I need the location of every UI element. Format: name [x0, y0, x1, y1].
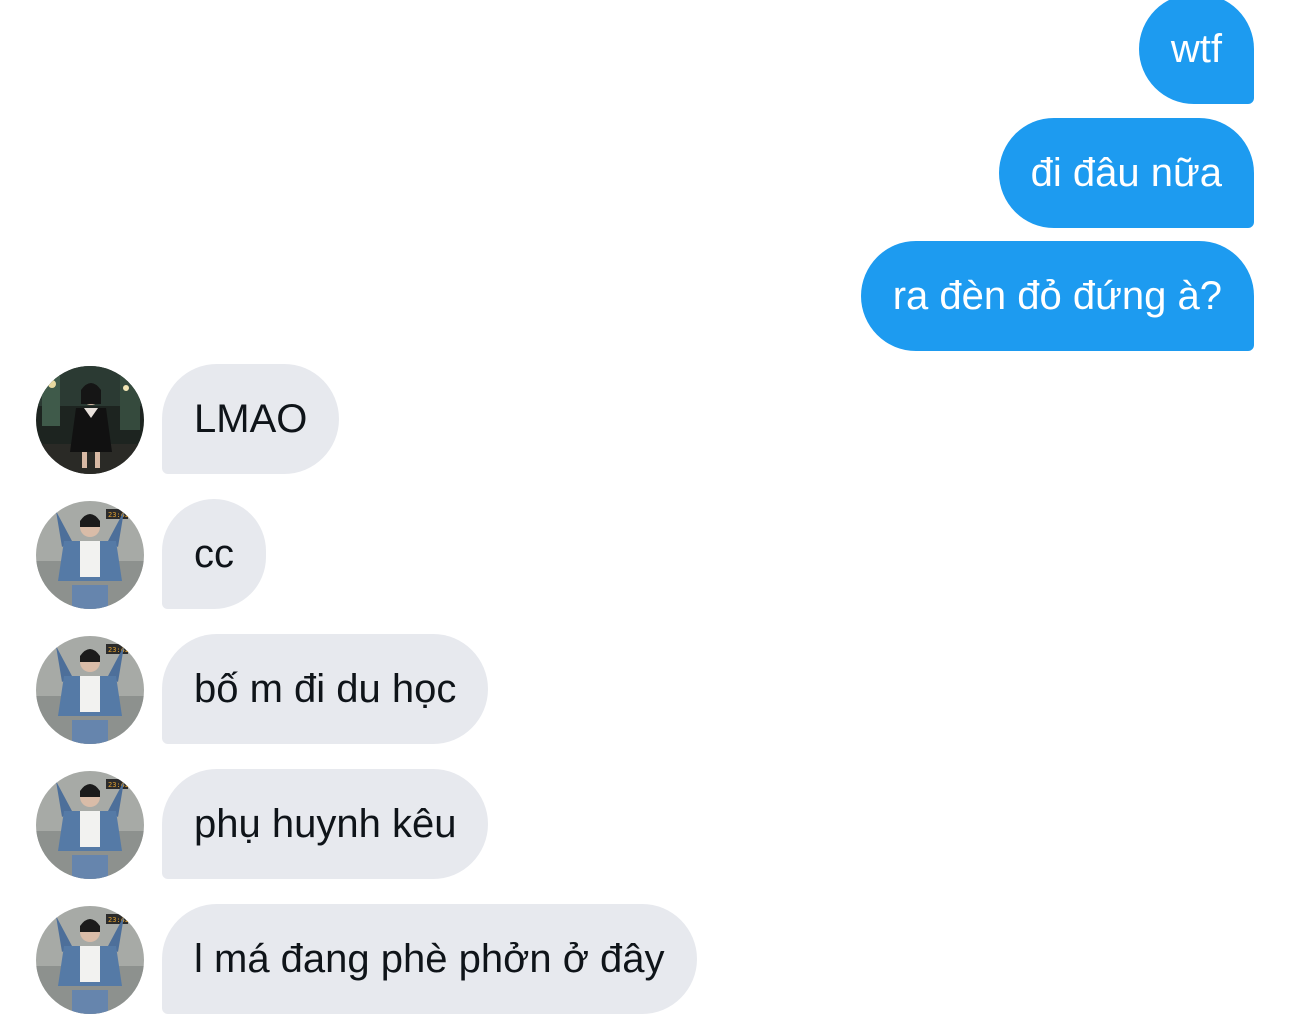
denim-jacket-photo-icon: 23:42 [36, 771, 144, 879]
sender-avatar[interactable] [36, 366, 144, 474]
svg-text:23:42: 23:42 [108, 781, 129, 789]
message-text: l má đang phè phởn ở đây [194, 937, 665, 981]
sender-avatar[interactable]: 23:42 [36, 906, 144, 1014]
received-message-bubble[interactable]: LMAO [162, 364, 340, 474]
night-street-photo-icon [36, 366, 144, 474]
sent-message-bubble[interactable]: ra đèn đỏ đứng à? [860, 241, 1254, 351]
received-message-bubble[interactable]: cc [162, 499, 266, 609]
sender-avatar[interactable]: 23:42 [36, 636, 144, 744]
denim-jacket-photo-icon: 23:42 [36, 636, 144, 744]
received-message-bubble[interactable]: phụ huynh kêu [162, 769, 489, 879]
svg-text:23:42: 23:42 [108, 511, 129, 519]
svg-text:23:42: 23:42 [108, 916, 129, 924]
message-text: ra đèn đỏ đứng à? [892, 274, 1222, 318]
sent-message-bubble[interactable]: đi đâu nữa [998, 118, 1254, 228]
sender-avatar[interactable]: 23:42 [36, 501, 144, 609]
message-text: phụ huynh kêu [194, 802, 457, 846]
denim-jacket-photo-icon: 23:42 [36, 906, 144, 1014]
message-thread: wtf đi đâu nữa ra đèn đỏ đứng à? LMAO 23… [0, 0, 1290, 1018]
message-text: cc [194, 532, 234, 576]
denim-jacket-photo-icon: 23:42 [36, 501, 144, 609]
message-text: đi đâu nữa [1030, 151, 1222, 195]
sent-message-bubble[interactable]: wtf [1138, 0, 1254, 104]
svg-text:23:42: 23:42 [108, 646, 129, 654]
received-message-bubble[interactable]: bố m đi du học [162, 634, 489, 744]
sender-avatar[interactable]: 23:42 [36, 771, 144, 879]
received-message-bubble[interactable]: l má đang phè phởn ở đây [162, 904, 697, 1014]
message-text: LMAO [194, 397, 308, 441]
message-text: wtf [1170, 27, 1222, 71]
message-text: bố m đi du học [194, 667, 457, 711]
